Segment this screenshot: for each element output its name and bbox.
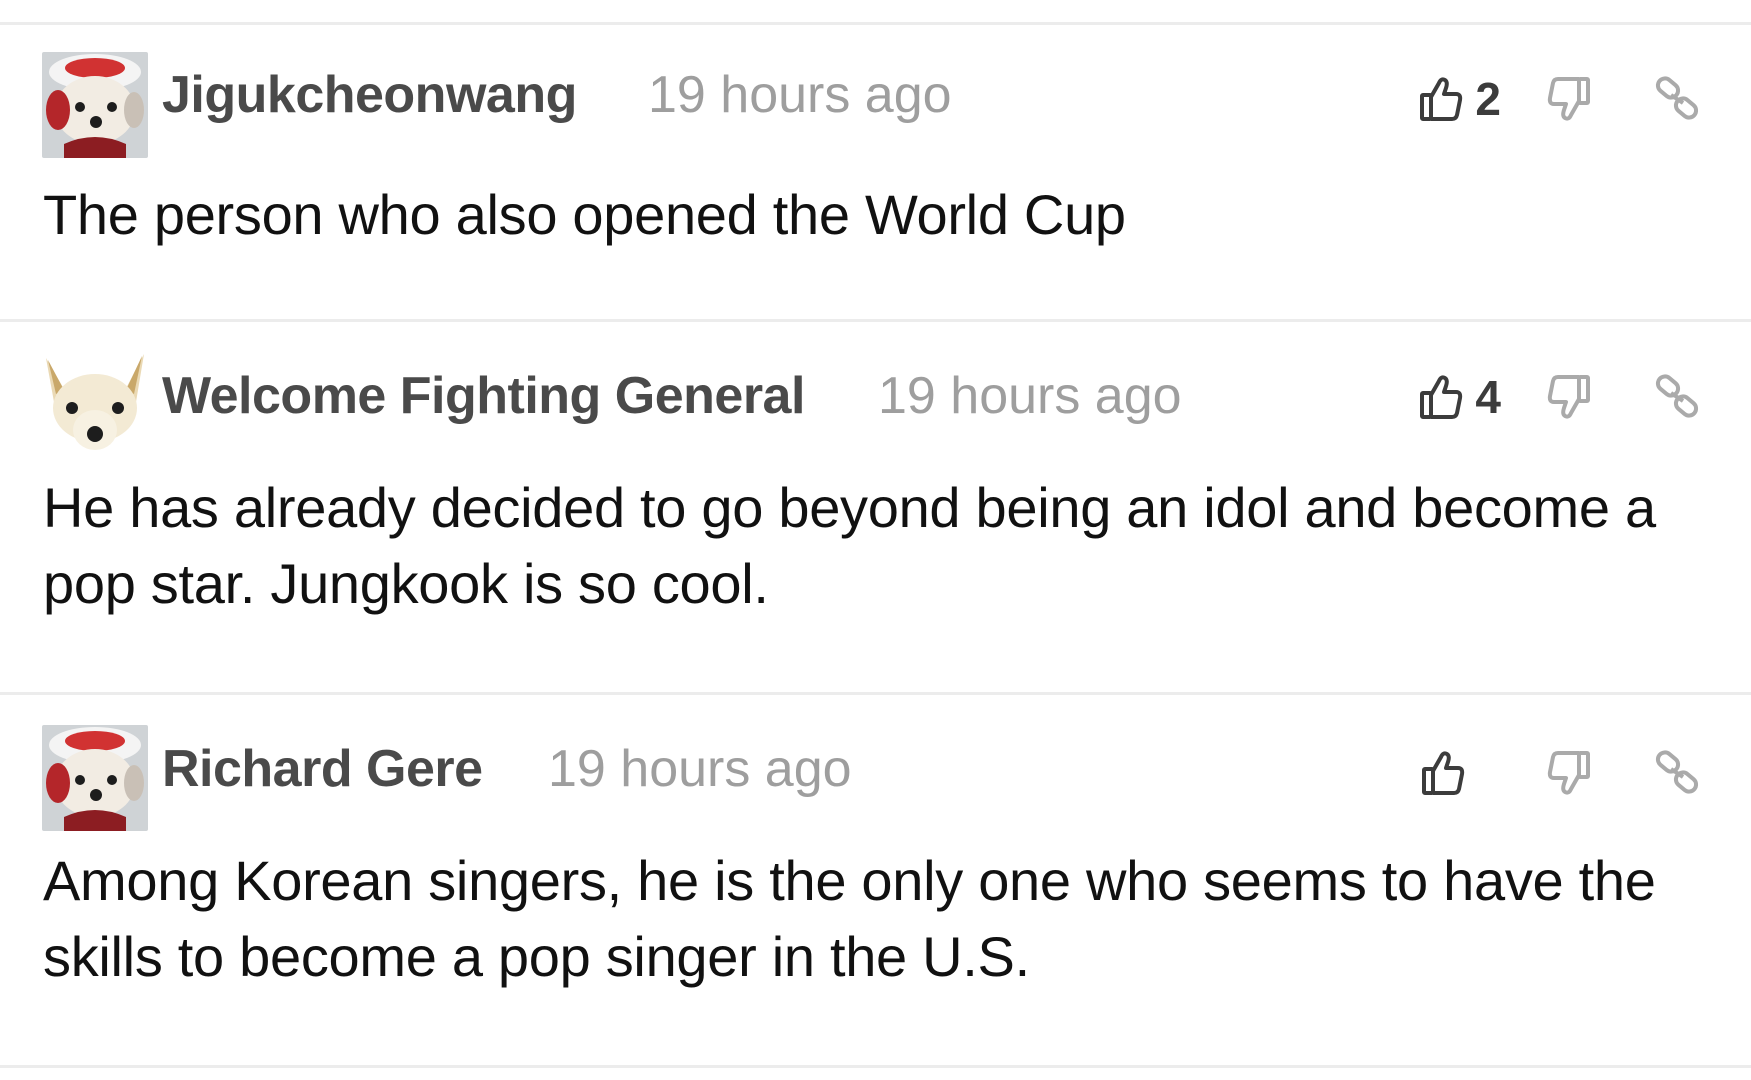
link-button[interactable] bbox=[1653, 749, 1701, 797]
thumbs-down-icon bbox=[1547, 75, 1591, 123]
thumbs-up-icon bbox=[1419, 75, 1463, 123]
dislike-button[interactable] bbox=[1547, 373, 1591, 421]
link-icon bbox=[1653, 373, 1701, 421]
thumbs-up-icon bbox=[1419, 373, 1463, 421]
dislike-button[interactable] bbox=[1547, 75, 1591, 123]
comment-item: Richard Gere 19 hours ago Among Korean s… bbox=[0, 695, 1751, 1068]
puppy-avatar[interactable] bbox=[42, 350, 148, 456]
santa-puppy-avatar[interactable] bbox=[42, 52, 148, 158]
username[interactable]: Jigukcheonwang bbox=[162, 65, 577, 125]
comment-text: Among Korean singers, he is the only one… bbox=[43, 849, 1656, 988]
comment-actions bbox=[1421, 743, 1701, 803]
timestamp: 19 hours ago bbox=[878, 367, 1182, 425]
thumbs-down-icon bbox=[1547, 749, 1591, 797]
like-count: 2 bbox=[1475, 73, 1501, 125]
like-button[interactable]: 2 bbox=[1419, 72, 1501, 126]
santa-puppy-avatar[interactable] bbox=[42, 725, 148, 831]
link-button[interactable] bbox=[1653, 373, 1701, 421]
dislike-button[interactable] bbox=[1547, 749, 1591, 797]
link-icon bbox=[1653, 75, 1701, 123]
like-button[interactable] bbox=[1421, 749, 1501, 797]
like-button[interactable]: 4 bbox=[1419, 370, 1501, 424]
username[interactable]: Richard Gere bbox=[162, 739, 483, 799]
comment-text: The person who also opened the World Cup bbox=[43, 183, 1126, 246]
thumbs-down-icon bbox=[1547, 373, 1591, 421]
link-button[interactable] bbox=[1653, 75, 1701, 123]
comment-list: Jigukcheonwang 19 hours ago 2 The person… bbox=[0, 25, 1751, 1068]
timestamp: 19 hours ago bbox=[648, 66, 952, 124]
thumbs-up-icon bbox=[1421, 749, 1465, 797]
like-count: 4 bbox=[1475, 371, 1501, 423]
comment-item: Welcome Fighting General 19 hours ago 4 bbox=[0, 322, 1751, 695]
comment-text: He has already decided to go beyond bein… bbox=[43, 476, 1656, 615]
link-icon bbox=[1653, 749, 1701, 797]
timestamp: 19 hours ago bbox=[548, 740, 852, 798]
comment-actions: 2 bbox=[1419, 69, 1701, 129]
comment-item: Jigukcheonwang 19 hours ago 2 The person… bbox=[0, 25, 1751, 322]
comment-actions: 4 bbox=[1419, 367, 1701, 427]
username[interactable]: Welcome Fighting General bbox=[162, 366, 805, 426]
